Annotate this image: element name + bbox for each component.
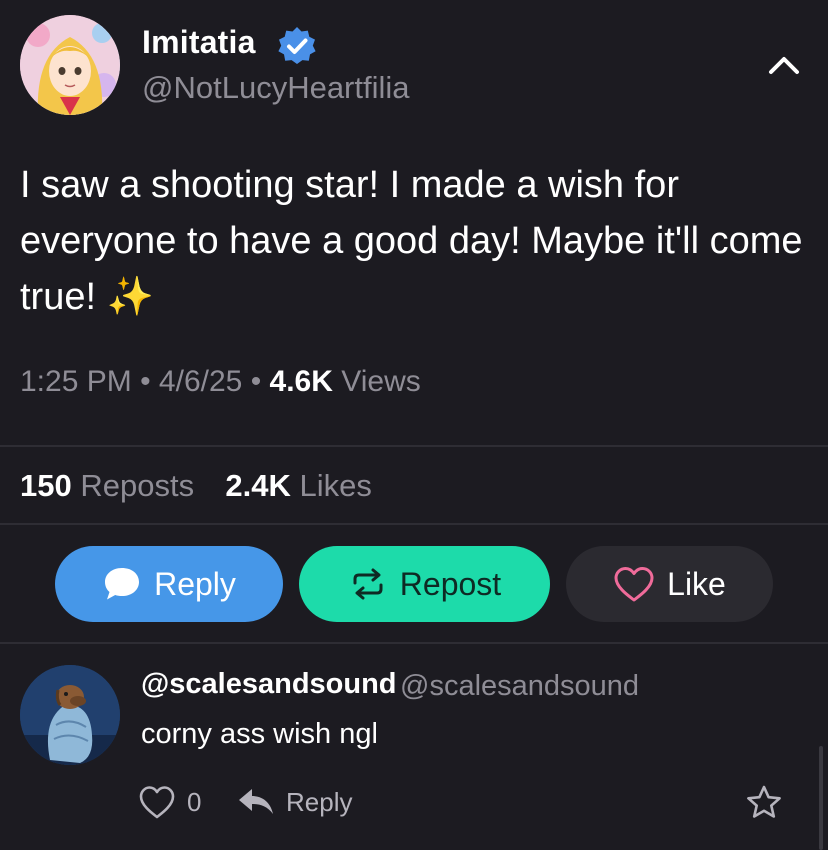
author-handle[interactable]: @NotLucyHeartfilia: [142, 70, 410, 106]
author-display-name[interactable]: Imitatia: [142, 24, 256, 61]
post-text: I saw a shooting star! I made a wish for…: [20, 164, 814, 318]
reply-button[interactable]: Reply: [55, 546, 283, 622]
divider: [0, 445, 828, 447]
reply-arrow-icon[interactable]: [236, 786, 276, 818]
likes-label[interactable]: Likes: [299, 468, 371, 503]
repost-button-label: Repost: [399, 565, 502, 602]
divider: [0, 642, 828, 644]
likes-count[interactable]: 2.4K: [225, 468, 290, 503]
views-count: 4.6K: [269, 365, 333, 398]
post-time: 1:25 PM: [20, 365, 132, 398]
verified-badge-icon: [276, 25, 318, 67]
like-button[interactable]: Like: [566, 546, 773, 622]
meta-separator: •: [250, 365, 270, 398]
post-meta: 1:25 PM • 4/6/25 • 4.6K Views: [20, 365, 421, 399]
scrollbar[interactable]: [819, 746, 823, 850]
heart-icon: [614, 567, 654, 602]
reply-like-count: 0: [187, 787, 202, 817]
reply-action-label[interactable]: Reply: [286, 787, 352, 818]
author-avatar[interactable]: [20, 15, 120, 115]
reply-author-avatar[interactable]: [20, 665, 120, 765]
repost-button[interactable]: Repost: [299, 546, 550, 622]
reply-button-label: Reply: [154, 565, 236, 602]
speech-bubble-icon: [105, 568, 140, 600]
reply-text: corny ass wish ngl: [141, 718, 378, 750]
reposts-count[interactable]: 150: [20, 468, 72, 503]
repost-arrows-icon: [353, 568, 383, 600]
star-icon[interactable]: [745, 784, 783, 822]
reply-author-name[interactable]: @scalesandsound: [141, 668, 397, 701]
like-button-label: Like: [667, 565, 726, 602]
meta-separator: •: [140, 365, 159, 398]
post-date: 4/6/25: [158, 365, 243, 398]
views-label: Views: [341, 365, 421, 398]
chevron-up-icon[interactable]: [766, 50, 802, 78]
heart-icon[interactable]: [138, 784, 176, 820]
divider: [0, 523, 828, 525]
reposts-label[interactable]: Reposts: [80, 468, 194, 503]
reply-author-handle[interactable]: @scalesandsound: [400, 670, 639, 703]
post-stats: 150 Reposts 2.4K Likes: [20, 468, 372, 504]
